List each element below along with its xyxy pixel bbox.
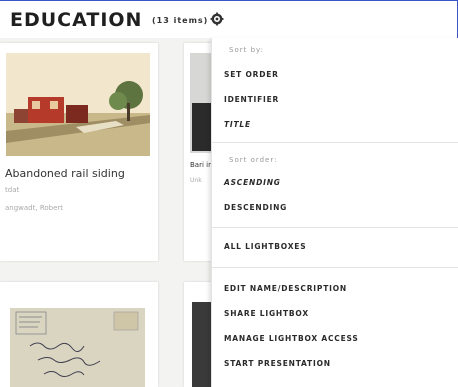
lightbox-item[interactable] <box>0 282 158 387</box>
item-date: tdat <box>5 186 20 194</box>
share-lightbox[interactable]: SHARE LIGHTBOX <box>224 309 309 318</box>
sort-by-label: Sort by: <box>229 46 265 54</box>
item-count: (13 items) <box>152 16 209 25</box>
menu-divider <box>212 227 458 228</box>
lightbox-options-menu: Sort by: SET ORDER IDENTIFIER TITLE Sort… <box>211 38 458 387</box>
gear-icon[interactable] <box>210 12 224 26</box>
page-title: EDUCATION <box>10 9 143 31</box>
item-creator: angwadt, Robert <box>5 204 64 212</box>
item-thumbnail[interactable] <box>10 308 145 387</box>
sort-title[interactable]: TITLE <box>224 120 251 129</box>
lightbox-header: EDUCATION (13 items) <box>0 0 458 38</box>
item-creator: Unk <box>190 177 202 184</box>
all-lightboxes-link[interactable]: ALL LIGHTBOXES <box>224 242 306 251</box>
item-thumbnail[interactable] <box>6 53 150 156</box>
sort-identifier[interactable]: IDENTIFIER <box>224 95 279 104</box>
sort-order-label: Sort order: <box>229 156 278 164</box>
handwritten-postcard-image <box>10 308 145 387</box>
menu-divider <box>212 267 458 268</box>
start-presentation[interactable]: START PRESENTATION <box>224 359 331 368</box>
sort-ascending[interactable]: ASCENDING <box>224 178 281 187</box>
lightbox-item[interactable]: Abandoned rail siding tdat angwadt, Robe… <box>0 43 158 261</box>
painting-image <box>6 53 150 156</box>
sort-set-order[interactable]: SET ORDER <box>224 70 279 79</box>
menu-divider <box>212 142 458 143</box>
edit-name-description[interactable]: EDIT NAME/DESCRIPTION <box>224 284 347 293</box>
item-title[interactable]: Abandoned rail siding <box>5 167 125 180</box>
manage-lightbox-access[interactable]: MANAGE LIGHTBOX ACCESS <box>224 334 359 343</box>
sort-descending[interactable]: DESCENDING <box>224 203 287 212</box>
